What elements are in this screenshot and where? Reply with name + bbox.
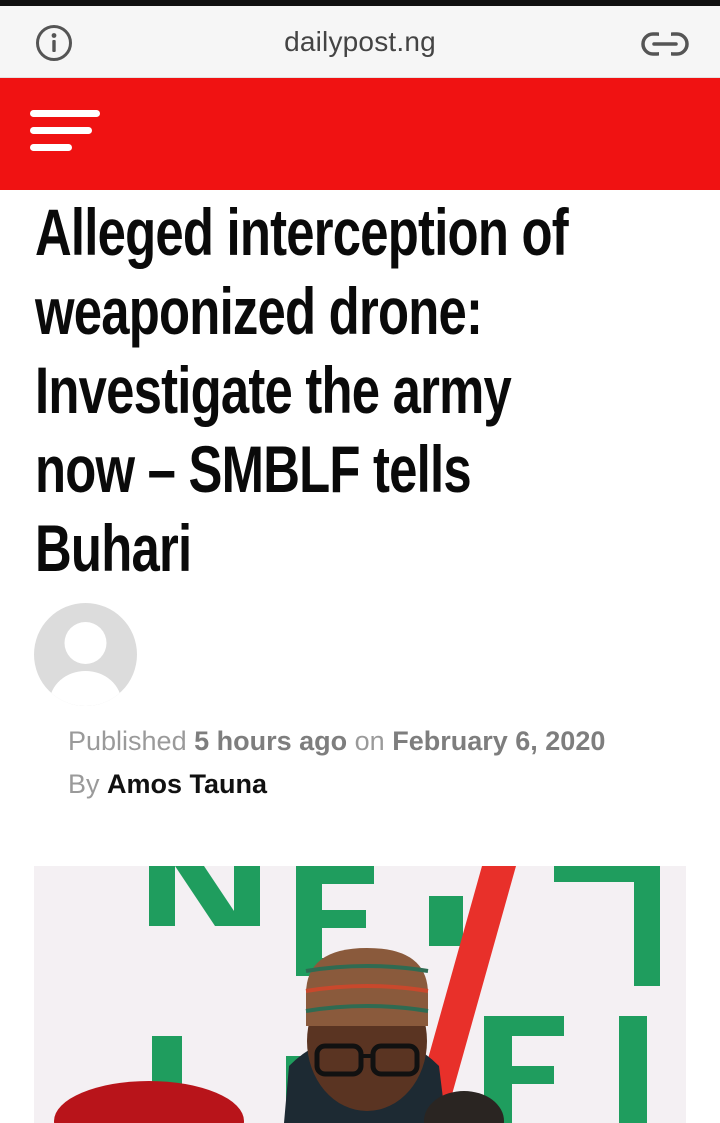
publish-line: Published 5 hours ago on February 6, 202… <box>68 720 605 763</box>
headline-line: weaponized drone: <box>35 274 483 348</box>
published-label: Published <box>68 726 187 756</box>
by-label: By <box>68 769 100 799</box>
link-icon[interactable] <box>640 28 690 60</box>
headline-line: now – SMBLF tells <box>35 432 472 506</box>
author-link[interactable]: Amos Tauna <box>107 769 267 799</box>
photo-illustration <box>34 866 686 1123</box>
user-placeholder-icon <box>49 622 122 706</box>
byline: By Amos Tauna <box>68 763 605 806</box>
on-label: on <box>354 726 385 756</box>
headline-line: Buhari <box>35 511 192 585</box>
hamburger-menu-icon[interactable] <box>30 110 104 156</box>
relative-time: 5 hours ago <box>194 726 348 756</box>
article-meta: Published 5 hours ago on February 6, 202… <box>68 720 605 806</box>
headline-line: Investigate the army <box>35 353 512 427</box>
article-headline: Alleged interception of weaponized drone… <box>35 193 690 588</box>
url-text[interactable]: dailypost.ng <box>0 26 720 58</box>
article-photo <box>34 866 686 1123</box>
browser-url-bar: dailypost.ng <box>0 6 720 78</box>
site-header <box>0 78 720 190</box>
author-avatar[interactable] <box>34 603 137 706</box>
headline-line: Alleged interception of <box>35 195 569 269</box>
publish-date: February 6, 2020 <box>392 726 606 756</box>
